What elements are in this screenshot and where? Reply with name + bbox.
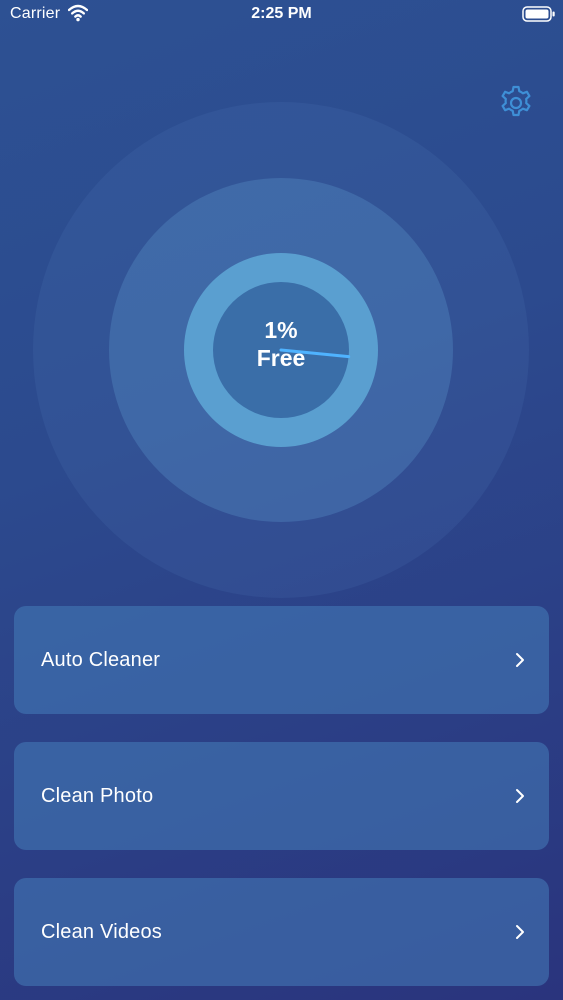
storage-percent: 1% xyxy=(264,317,298,343)
clean-videos-button[interactable]: Clean Videos xyxy=(14,878,549,986)
menu-item-label: Clean Photo xyxy=(41,785,154,807)
status-bar: Carrier 2:25 PM xyxy=(0,0,563,30)
auto-cleaner-button[interactable]: Auto Cleaner xyxy=(14,606,549,714)
chevron-right-icon xyxy=(515,924,525,940)
chevron-right-icon xyxy=(515,788,525,804)
battery-icon xyxy=(522,6,556,22)
clean-photo-button[interactable]: Clean Photo xyxy=(14,742,549,850)
storage-free-label: Free xyxy=(256,345,306,371)
menu-item-label: Auto Cleaner xyxy=(41,649,161,671)
gauge-label: 1% Free xyxy=(33,316,529,372)
menu-item-label: Clean Videos xyxy=(41,921,163,943)
status-time: 2:25 PM xyxy=(251,5,312,22)
chevron-right-icon xyxy=(515,652,525,668)
storage-gauge: 1% Free xyxy=(33,102,529,598)
